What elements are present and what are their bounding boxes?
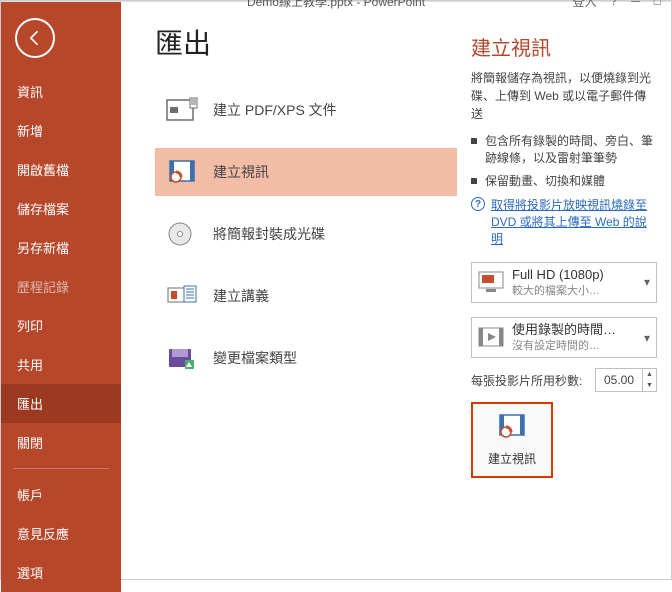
restore-button[interactable]: □	[654, 0, 661, 8]
help-icon: ?	[471, 197, 485, 211]
minimize-button[interactable]: ─	[631, 0, 640, 8]
sidebar-item-saveas[interactable]: 另存新檔	[1, 228, 121, 267]
dropdown-subtitle: 較大的檔案大小…	[512, 284, 636, 298]
detail-title: 建立視訊	[471, 32, 657, 61]
disc-icon	[165, 220, 199, 248]
export-label: 建立視訊	[213, 162, 269, 182]
export-item-package[interactable]: 將簡報封裝成光碟	[155, 210, 457, 258]
sidebar-separator	[13, 468, 109, 469]
monitor-icon	[478, 271, 504, 293]
create-video-button[interactable]: 建立視訊	[471, 402, 553, 478]
titlebar: Demo線上教學.pptx - PowerPoint 登入 ? ─ □	[1, 1, 671, 2]
dropdown-title: 使用錄製的時間…	[512, 322, 636, 339]
sidebar-item-feedback[interactable]: 意見反應	[1, 514, 121, 553]
dropdown-subtitle: 沒有設定時間的…	[512, 339, 636, 353]
chevron-down-icon: ▾	[644, 275, 650, 289]
pdf-icon	[165, 96, 199, 124]
export-item-filetype[interactable]: 變更檔案類型	[155, 334, 457, 382]
sidebar-item-close[interactable]: 關閉	[1, 423, 121, 462]
detail-bullet: 保留動畫、切換和媒體	[471, 173, 657, 190]
handouts-icon	[165, 282, 199, 310]
sidebar-item-account[interactable]: 帳戶	[1, 475, 121, 514]
sidebar-item-options[interactable]: 選項	[1, 553, 121, 592]
window-title: Demo線上教學.pptx - PowerPoint	[247, 0, 425, 10]
seconds-value: 05.00	[596, 373, 642, 387]
export-label: 建立講義	[213, 286, 269, 306]
sidebar-item-open[interactable]: 開啟舊檔	[1, 150, 121, 189]
create-video-label: 建立視訊	[488, 450, 536, 467]
detail-bullet: 包含所有錄製的時間、旁白、筆跡線條，以及雷射筆筆勢	[471, 133, 657, 167]
filetype-icon	[165, 344, 199, 372]
help-button[interactable]: ?	[611, 0, 618, 8]
page-title: 匯出	[155, 22, 457, 62]
dropdown-title: Full HD (1080p)	[512, 267, 636, 284]
sidebar-item-share[interactable]: 共用	[1, 345, 121, 384]
chevron-down-icon: ▾	[644, 331, 650, 345]
export-item-handouts[interactable]: 建立講義	[155, 272, 457, 320]
video-icon	[495, 413, 529, 444]
sidebar-item-new[interactable]: 新增	[1, 111, 121, 150]
detail-description: 將簡報儲存為視訊，以便燒錄到光碟、上傳到 Web 或以電子郵件傳送	[471, 69, 657, 123]
sidebar-item-save[interactable]: 儲存檔案	[1, 189, 121, 228]
export-label: 建立 PDF/XPS 文件	[213, 100, 337, 120]
export-label: 變更檔案類型	[213, 348, 297, 368]
signin-link[interactable]: 登入	[573, 0, 597, 10]
export-item-video[interactable]: 建立視訊	[155, 148, 457, 196]
filmstrip-icon	[478, 327, 504, 349]
sidebar-item-print[interactable]: 列印	[1, 306, 121, 345]
timing-dropdown[interactable]: 使用錄製的時間… 沒有設定時間的… ▾	[471, 317, 657, 358]
video-icon	[165, 158, 199, 186]
back-button[interactable]	[15, 18, 55, 58]
spinner-up[interactable]: ▲	[643, 369, 656, 380]
seconds-spinner[interactable]: 05.00 ▲▼	[595, 368, 657, 392]
sidebar-item-info[interactable]: 資訊	[1, 72, 121, 111]
export-item-pdfxps[interactable]: 建立 PDF/XPS 文件	[155, 86, 457, 134]
sidebar-item-history[interactable]: 歷程記錄	[1, 267, 121, 306]
help-link[interactable]: 取得將投影片放映視訊燒錄至 DVD 或將其上傳至 Web 的說明	[491, 197, 657, 247]
export-label: 將簡報封裝成光碟	[213, 224, 325, 244]
sidebar: 資訊 新增 開啟舊檔 儲存檔案 另存新檔 歷程記錄 列印 共用 匯出 關閉 帳戶…	[1, 2, 121, 592]
seconds-label: 每張投影片所用秒數:	[471, 372, 587, 389]
quality-dropdown[interactable]: Full HD (1080p) 較大的檔案大小… ▾	[471, 262, 657, 303]
sidebar-item-export[interactable]: 匯出	[1, 384, 121, 423]
spinner-down[interactable]: ▼	[643, 380, 656, 391]
